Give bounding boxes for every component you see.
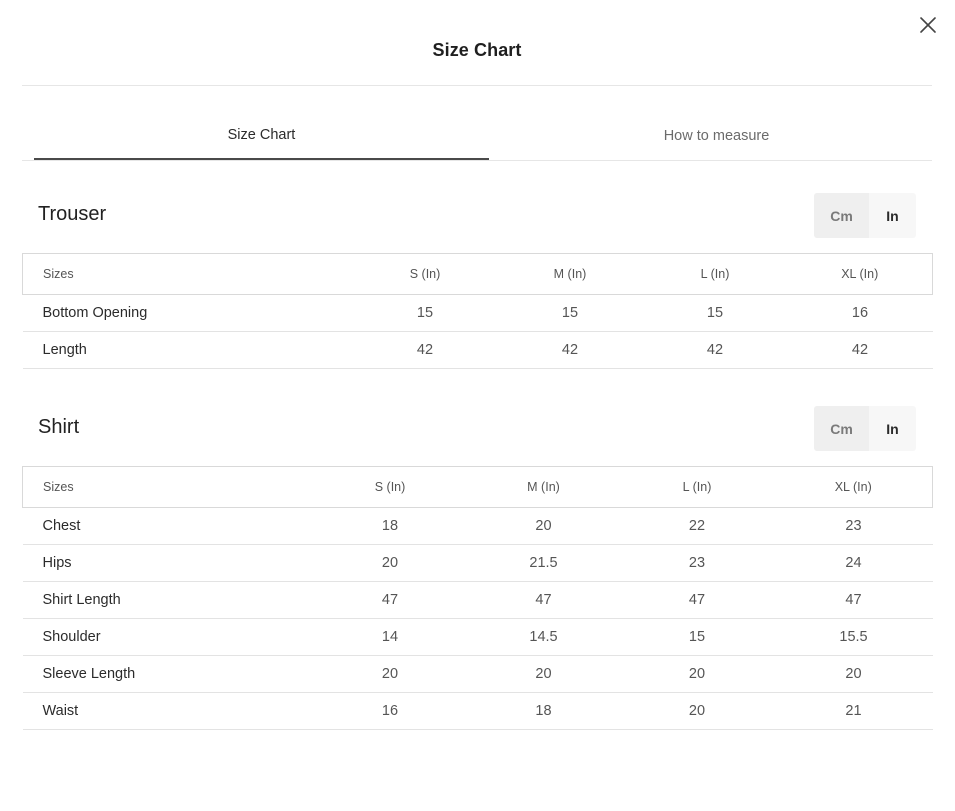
column-header: M (In) xyxy=(467,466,620,508)
table-cell: 47 xyxy=(774,581,933,619)
table-cell: 24 xyxy=(774,544,933,582)
table-cell: 16 xyxy=(787,294,933,332)
column-header: S (In) xyxy=(352,253,498,295)
column-header: L (In) xyxy=(642,253,788,295)
table-row: Waist 16 18 20 21 xyxy=(22,692,933,730)
table-cell: 42 xyxy=(352,331,498,369)
column-header: S (In) xyxy=(312,466,468,508)
table-cell: 15 xyxy=(352,294,498,332)
table-cell: 14 xyxy=(312,618,468,656)
table-cell: 20 xyxy=(467,655,620,693)
table-row: Chest 18 20 22 23 xyxy=(22,507,933,545)
shirt-unit-toggle: Cm In xyxy=(814,406,916,451)
modal-title: Size Chart xyxy=(432,40,522,60)
tab-how-to-measure[interactable]: How to measure xyxy=(489,112,944,160)
table-cell: 21 xyxy=(774,692,933,730)
table-row: Shirt Length 47 47 47 47 xyxy=(22,581,933,619)
table-cell: 20 xyxy=(619,692,775,730)
row-label: Shoulder xyxy=(22,618,313,656)
table-cell: 14.5 xyxy=(467,618,620,656)
table-cell: 18 xyxy=(312,507,468,545)
table-cell: 47 xyxy=(619,581,775,619)
table-cell: 20 xyxy=(312,655,468,693)
table-cell: 15 xyxy=(642,294,788,332)
table-row: Shoulder 14 14.5 15 15.5 xyxy=(22,618,933,656)
column-header: Sizes xyxy=(22,466,313,508)
column-header: L (In) xyxy=(619,466,775,508)
table-cell: 42 xyxy=(787,331,933,369)
table-cell: 15 xyxy=(619,618,775,656)
column-header: XL (In) xyxy=(774,466,933,508)
table-row: Sleeve Length 20 20 20 20 xyxy=(22,655,933,693)
row-label: Hips xyxy=(22,544,313,582)
table-row: Hips 20 21.5 23 24 xyxy=(22,544,933,582)
tab-size-chart[interactable]: Size Chart xyxy=(34,112,489,160)
trouser-unit-in-button[interactable]: In xyxy=(869,193,916,238)
row-label: Length xyxy=(22,331,353,369)
shirt-section-title: Shirt xyxy=(38,416,80,438)
table-cell: 15.5 xyxy=(774,618,933,656)
table-cell: 21.5 xyxy=(467,544,620,582)
modal-header: Size Chart xyxy=(22,0,932,86)
column-header: XL (In) xyxy=(787,253,933,295)
trouser-unit-toggle: Cm In xyxy=(814,193,916,238)
table-cell: 42 xyxy=(642,331,788,369)
row-label: Bottom Opening xyxy=(22,294,353,332)
table-row: Bottom Opening 15 15 15 16 xyxy=(22,294,933,332)
table-cell: 23 xyxy=(774,507,933,545)
table-cell: 20 xyxy=(467,507,620,545)
trouser-section-title: Trouser xyxy=(38,203,107,225)
shirt-unit-cm-button[interactable]: Cm xyxy=(814,406,869,451)
table-cell: 42 xyxy=(497,331,643,369)
row-label: Waist xyxy=(22,692,313,730)
table-cell: 18 xyxy=(467,692,620,730)
row-label: Shirt Length xyxy=(22,581,313,619)
table-cell: 15 xyxy=(497,294,643,332)
shirt-size-table: Sizes S (In) M (In) L (In) XL (In) Chest… xyxy=(22,466,933,730)
size-chart-modal: Size Chart Size Chart How to measure Tro… xyxy=(0,0,955,811)
trouser-unit-cm-button[interactable]: Cm xyxy=(814,193,869,238)
table-cell: 16 xyxy=(312,692,468,730)
table-cell: 47 xyxy=(467,581,620,619)
table-header-row: Sizes S (In) M (In) L (In) XL (In) xyxy=(22,253,933,295)
close-button[interactable] xyxy=(918,15,938,35)
table-cell: 20 xyxy=(312,544,468,582)
table-cell: 20 xyxy=(619,655,775,693)
column-header: Sizes xyxy=(22,253,353,295)
trouser-size-table: Sizes S (In) M (In) L (In) XL (In) Botto… xyxy=(22,253,933,369)
tab-bar: Size Chart How to measure xyxy=(22,112,932,161)
shirt-unit-in-button[interactable]: In xyxy=(869,406,916,451)
row-label: Chest xyxy=(22,507,313,545)
table-header-row: Sizes S (In) M (In) L (In) XL (In) xyxy=(22,466,933,508)
table-cell: 20 xyxy=(774,655,933,693)
table-cell: 47 xyxy=(312,581,468,619)
table-cell: 23 xyxy=(619,544,775,582)
table-row: Length 42 42 42 42 xyxy=(22,331,933,369)
row-label: Sleeve Length xyxy=(22,655,313,693)
column-header: M (In) xyxy=(497,253,643,295)
close-icon xyxy=(920,17,936,33)
table-cell: 22 xyxy=(619,507,775,545)
